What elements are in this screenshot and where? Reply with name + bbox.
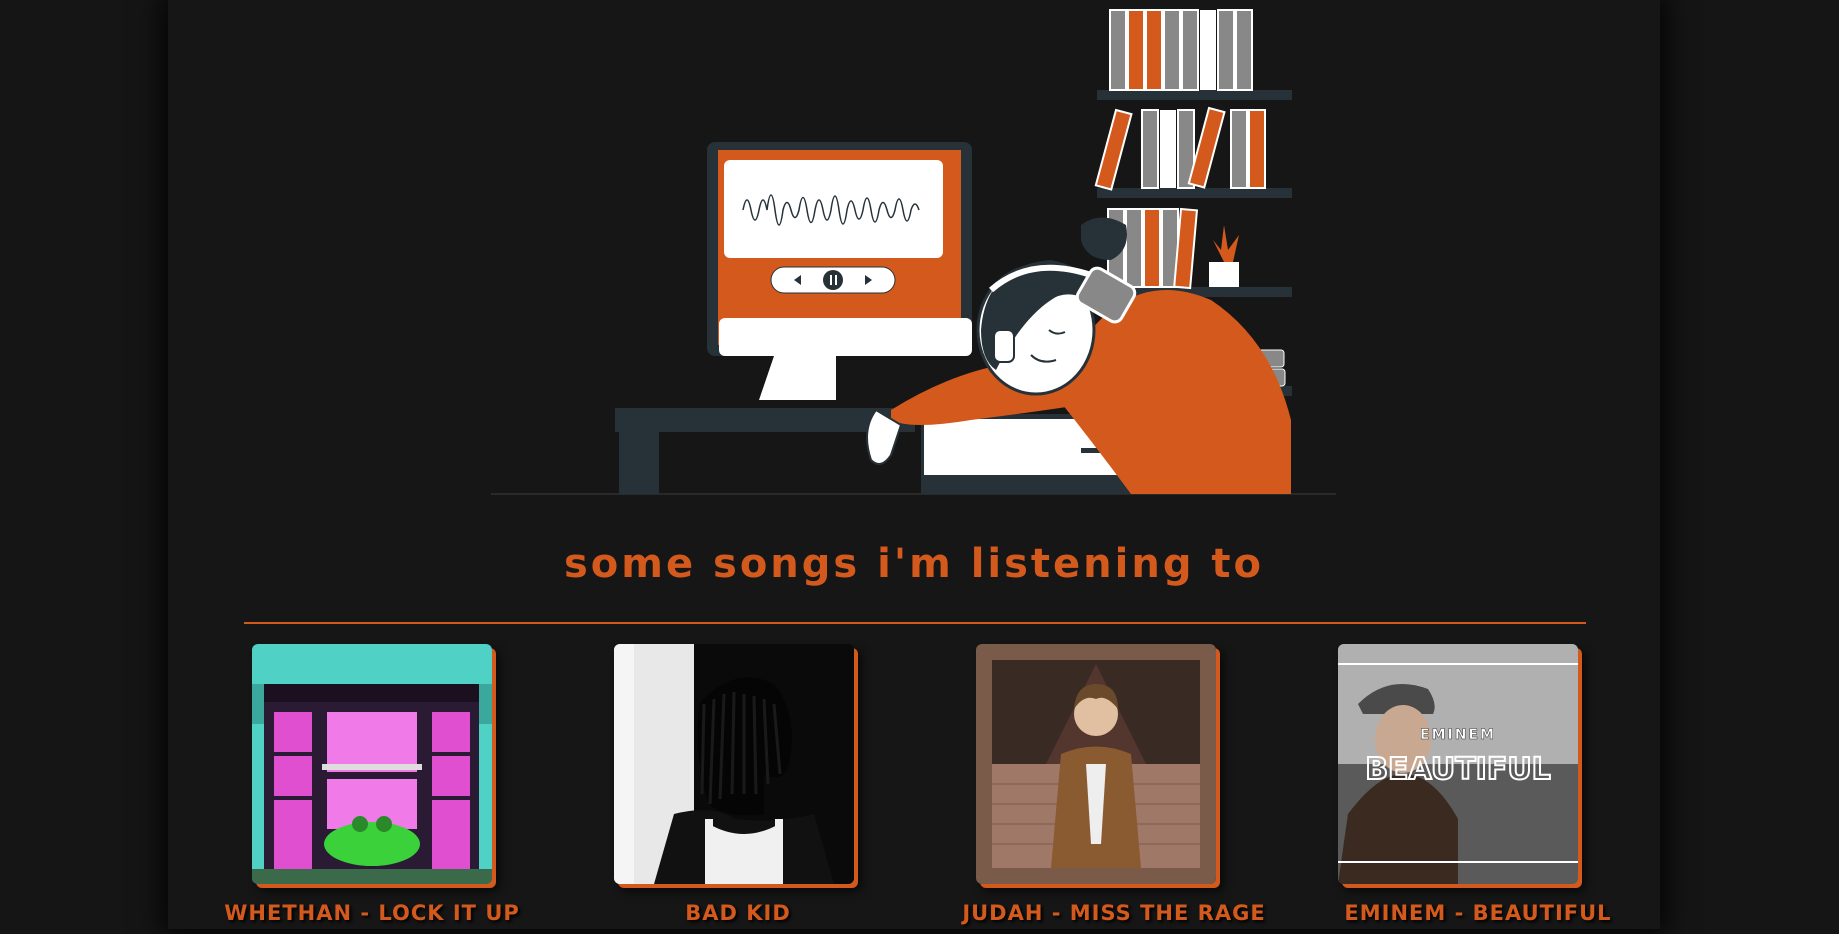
song-title[interactable]: EMINEM - BEAUTIFUL: [1268, 901, 1688, 925]
miss-the-rage-cover-icon: [976, 644, 1216, 884]
sleeping-listener-illustration: [491, 9, 1336, 495]
song-cover-bad-kid[interactable]: [614, 644, 854, 884]
monitor: [707, 142, 972, 400]
beautiful-cover-icon: EMINEM BEAUTIFUL: [1338, 644, 1578, 884]
lock-it-up-cover-icon: [252, 644, 492, 884]
page-container: some songs i'm listening to WHETHAN - LO…: [168, 0, 1660, 929]
song-card: JUDAH - MISS THE RAGE: [916, 644, 1265, 934]
song-cover-miss-the-rage[interactable]: [976, 644, 1216, 884]
song-cover-beautiful[interactable]: EMINEM BEAUTIFUL: [1338, 644, 1578, 884]
song-card: EMINEM BEAUTIFUL EMINEM - BEAUTIFUL: [1278, 644, 1611, 934]
section-divider: [244, 622, 1586, 624]
song-title[interactable]: WHETHAN - LOCK IT UP: [162, 901, 582, 925]
hero-illustration: [491, 0, 1336, 496]
bad-kid-cover-icon: [614, 644, 854, 884]
song-title[interactable]: BAD KID: [528, 901, 948, 925]
song-card: WHETHAN - LOCK IT UP: [192, 644, 519, 934]
song-title[interactable]: JUDAH - MISS THE RAGE: [904, 901, 1324, 925]
cover-artist-text: EMINEM: [1420, 727, 1496, 743]
section-title: some songs i'm listening to: [563, 541, 1265, 587]
cover-title-text: BEAUTIFUL: [1365, 752, 1551, 787]
song-card: BAD KID: [554, 644, 854, 934]
song-cover-lock-it-up[interactable]: [252, 644, 492, 884]
